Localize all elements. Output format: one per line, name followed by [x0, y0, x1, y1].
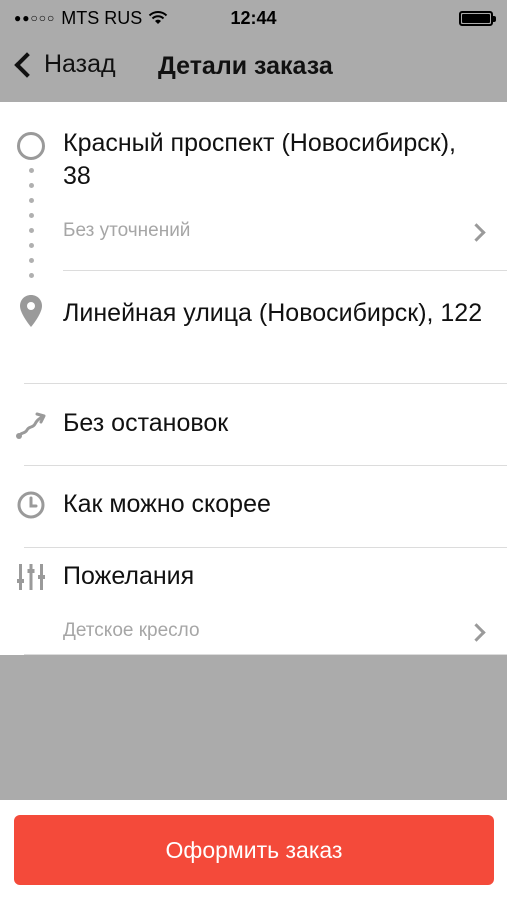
wishes-row[interactable]: Пожелания Детское кресло [0, 548, 507, 655]
place-order-button[interactable]: Оформить заказ [14, 815, 494, 885]
wifi-icon [149, 11, 168, 24]
chevron-left-icon [14, 51, 40, 78]
map-pin-icon [20, 295, 42, 327]
sliders-icon [17, 564, 45, 590]
signal-strength-icon: ●●○○○ [14, 11, 56, 25]
route-stops-icon [16, 412, 46, 439]
time-row[interactable]: Как можно скорее [0, 466, 507, 548]
chevron-right-icon [467, 223, 486, 242]
route-from-row[interactable]: Красный проспект (Новосибирск), 38 Без у… [0, 102, 507, 278]
back-button-label: Назад [44, 50, 116, 78]
divider [24, 654, 507, 655]
carrier-name: MTS RUS [61, 7, 143, 28]
back-button[interactable]: Назад [12, 50, 116, 79]
status-bar: ●●○○○ MTS RUS 12:44 [0, 0, 507, 36]
route-to-row[interactable]: Линейная улица (Новосибирск), 122 [0, 272, 507, 384]
status-left: ●●○○○ MTS RUS [14, 8, 168, 29]
wishes-value: Детское кресло [63, 620, 200, 641]
wishes-label: Пожелания [63, 562, 195, 590]
clock-icon [17, 491, 45, 519]
from-address-note: Без уточнений [63, 220, 191, 241]
time-label: Как можно скорее [63, 490, 271, 518]
to-address: Линейная улица (Новосибирск), 122 [63, 299, 483, 327]
chevron-right-icon [467, 623, 486, 642]
navigation-bar: Назад Детали заказа [0, 36, 507, 102]
from-address: Красный проспект (Новосибирск), 38 [63, 129, 457, 190]
stops-row[interactable]: Без остановок [0, 384, 507, 466]
order-details-card: Красный проспект (Новосибирск), 38 Без у… [0, 102, 507, 655]
origin-circle-icon [17, 132, 45, 160]
route-dots-icon [29, 168, 34, 288]
battery-icon [459, 10, 496, 26]
stops-label: Без остановок [63, 409, 229, 437]
page-title: Детали заказа [158, 52, 333, 80]
divider [63, 270, 507, 271]
footer: Оформить заказ [0, 800, 507, 900]
